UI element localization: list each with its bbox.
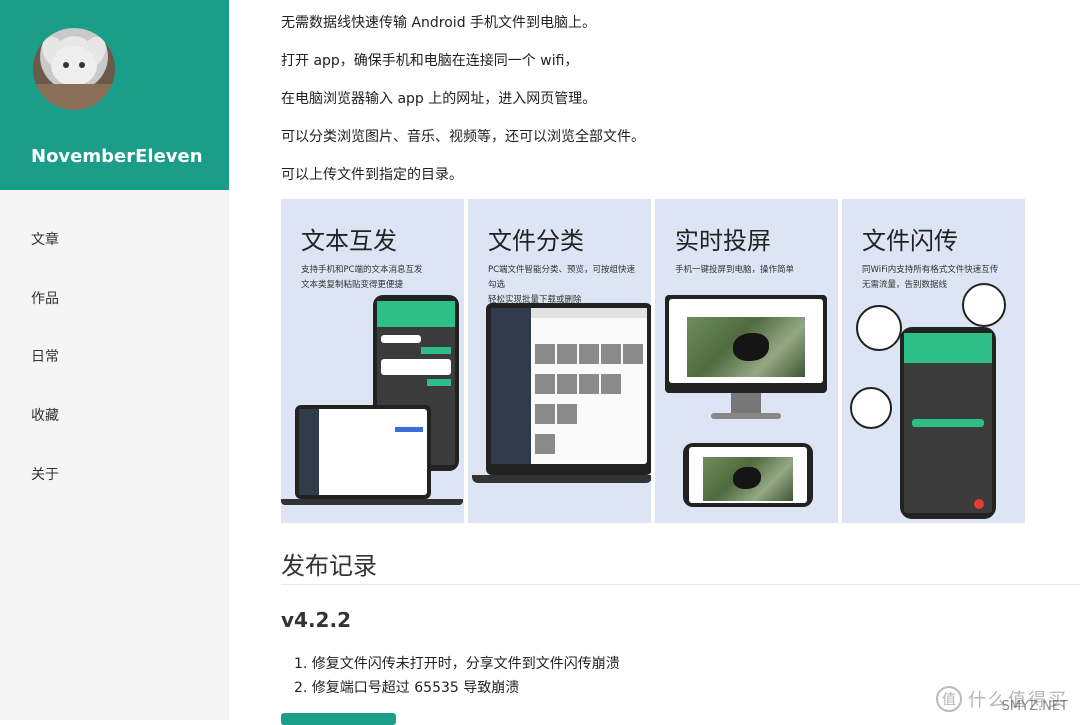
- main-content: 无需数据线快速传输 Android 手机文件到电脑上。 打开 app，确保手机和…: [229, 0, 1080, 725]
- promo-card-text: 文本互发 支持手机和PC端的文本消息互发 文本类复制粘贴变得更便捷: [281, 199, 464, 523]
- promo-card-mirror: 实时投屏 手机一键投屏到电脑，操作简单: [655, 199, 838, 523]
- divider: [281, 584, 1080, 585]
- intro-line-2: 打开 app，确保手机和电脑在连接同一个 wifi，: [281, 53, 579, 69]
- profile-header: NovemberEleven: [0, 0, 229, 190]
- nav-item-works[interactable]: 作品: [0, 269, 229, 328]
- sidebar-nav: 文章 作品 日常 收藏 关于: [0, 210, 229, 503]
- sidebar: NovemberEleven 文章 作品 日常 收藏 关于: [0, 0, 229, 720]
- changelog-list: 1. 修复文件闪传未打开时，分享文件到文件闪传崩溃 2. 修复端口号超过 655…: [294, 652, 620, 700]
- phone-icon: [850, 387, 892, 429]
- promo-desc: 支持手机和PC端的文本消息互发 文本类复制粘贴变得更便捷: [301, 265, 423, 290]
- promo-card-transfer: 文件闪传 同WiFi内支持所有格式文件快速互传 无需流量，告别数据线: [842, 199, 1025, 523]
- monitor-mockup: [665, 295, 827, 393]
- promo-title: 文件闪传: [862, 227, 958, 255]
- promo-desc: 手机一键投屏到电脑，操作简单: [675, 265, 795, 275]
- download-button[interactable]: [281, 713, 396, 725]
- intro-line-1: 无需数据线快速传输 Android 手机文件到电脑上。: [281, 15, 597, 31]
- intro-line-5: 可以上传文件到指定的目录。: [281, 167, 463, 183]
- promo-title: 文本互发: [301, 227, 397, 255]
- promo-card-classify: 文件分类 PC端文件智能分类、预览，可按组快速勾选 轻松实现批量下载或删除: [468, 199, 651, 523]
- changelog-item: 2. 修复端口号超过 65535 导致崩溃: [294, 680, 520, 696]
- nav-item-about[interactable]: 关于: [0, 444, 229, 503]
- release-heading: 发布记录: [281, 552, 377, 580]
- watermark: 值 什么值得买 SMYZ.NET: [936, 686, 1068, 714]
- value-icon: 值: [936, 686, 962, 712]
- monitor-icon: [856, 305, 902, 351]
- laptop-mockup: [295, 405, 431, 499]
- promo-desc: PC端文件智能分类、预览，可按组快速勾选 轻松实现批量下载或删除: [488, 265, 636, 305]
- nav-item-favorites[interactable]: 收藏: [0, 386, 229, 445]
- version-label: v4.2.2: [281, 608, 351, 632]
- changelog-item: 1. 修复文件闪传未打开时，分享文件到文件闪传崩溃: [294, 656, 620, 672]
- phone-mockup: [900, 327, 996, 519]
- avatar[interactable]: [33, 28, 115, 110]
- tablet-icon: [962, 283, 1006, 327]
- promo-title: 实时投屏: [675, 227, 771, 255]
- nav-item-articles[interactable]: 文章: [0, 210, 229, 269]
- promo-title: 文件分类: [488, 227, 584, 255]
- phone-landscape-mockup: [683, 443, 813, 507]
- intro-line-3: 在电脑浏览器输入 app 上的网址，进入网页管理。: [281, 91, 597, 107]
- username[interactable]: NovemberEleven: [31, 146, 203, 167]
- laptop-mockup: [486, 303, 651, 475]
- nav-item-daily[interactable]: 日常: [0, 327, 229, 386]
- intro-line-4: 可以分类浏览图片、音乐、视频等，还可以浏览全部文件。: [281, 129, 645, 145]
- watermark-site: SMYZ.NET: [1001, 699, 1068, 714]
- promo-banner: 文本互发 支持手机和PC端的文本消息互发 文本类复制粘贴变得更便捷 文件分类 P…: [281, 199, 1025, 523]
